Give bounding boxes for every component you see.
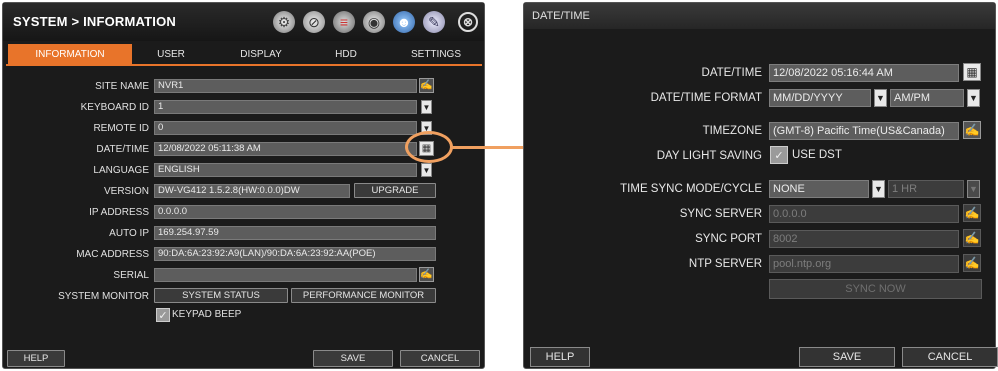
ip-address-field: 0.0.0.0 <box>154 205 436 219</box>
help-button[interactable]: HELP <box>530 347 590 367</box>
serial-field[interactable] <box>154 268 417 282</box>
mac-address-field: 90:DA:6A:23:92:A9(LAN)/90:DA:6A:23:92:AA… <box>154 247 436 261</box>
remote-id-label: REMOTE ID <box>93 123 149 134</box>
calendar-icon[interactable]: ▦ <box>963 63 981 81</box>
help-button[interactable]: HELP <box>7 350 65 367</box>
chevron-down-icon[interactable]: ▼ <box>421 100 432 114</box>
tab-hdd[interactable]: HDD <box>321 44 371 64</box>
site-name-label: SITE NAME <box>95 81 149 92</box>
window-title: SYSTEM > INFORMATION <box>13 14 177 29</box>
footer-bar: HELP SAVE CANCEL <box>3 348 484 370</box>
datetime-label: DATE/TIME <box>96 144 149 155</box>
user-icon[interactable]: ☻ <box>393 11 415 33</box>
edit-icon[interactable]: ✍ <box>963 121 981 139</box>
tab-information[interactable]: INFORMATION <box>8 44 132 64</box>
title-bar: SYSTEM > INFORMATION ⚙ ⊘ ≡ ◉ ☻ ✎ ⊗ <box>3 3 484 41</box>
close-icon[interactable]: ⊗ <box>458 12 478 32</box>
cancel-button[interactable]: CANCEL <box>902 347 998 367</box>
use-dst-label: USE DST <box>792 149 842 161</box>
sync-port-field: 8002 <box>769 230 959 248</box>
keyboard-id-label: KEYBOARD ID <box>80 102 149 113</box>
record-icon[interactable]: ◉ <box>363 11 385 33</box>
keyboard-id-select[interactable]: 1 <box>154 100 417 114</box>
tab-bar: INFORMATION USER DISPLAY HDD SETTINGS <box>6 44 482 66</box>
save-button[interactable]: SAVE <box>313 350 393 367</box>
sync-cycle-select: 1 HR <box>888 180 964 198</box>
datetime-format-label: DATE/TIME FORMAT <box>650 92 762 104</box>
ntp-server-field: pool.ntp.org <box>769 255 959 273</box>
daylight-saving-label: DAY LIGHT SAVING <box>656 150 762 162</box>
sync-port-label: SYNC PORT <box>695 233 762 245</box>
arrow-line <box>452 146 534 149</box>
tab-display[interactable]: DISPLAY <box>226 44 296 64</box>
tools-icon[interactable]: ✎ <box>423 11 445 33</box>
keypad-beep-checkbox[interactable]: ✓ <box>156 308 170 322</box>
upgrade-button[interactable]: UPGRADE <box>354 183 436 198</box>
sync-now-button: SYNC NOW <box>769 279 982 299</box>
auto-ip-label: AUTO IP <box>109 228 149 239</box>
mac-address-label: MAC ADDRESS <box>76 249 149 260</box>
datetime-window: DATE/TIME DATE/TIME 12/08/2022 05:16:44 … <box>523 2 998 369</box>
edit-icon: ✍ <box>963 229 981 247</box>
language-label: LANGUAGE <box>93 165 149 176</box>
database-icon[interactable]: ≡ <box>333 11 355 33</box>
datetime-field[interactable]: 12/08/2022 05:16:44 AM <box>769 64 959 82</box>
datetime-label: DATE/TIME <box>701 67 762 79</box>
language-select[interactable]: ENGLISH <box>154 163 417 177</box>
site-name-field[interactable]: NVR1 <box>154 79 417 93</box>
chevron-down-icon[interactable]: ▼ <box>872 180 885 198</box>
chevron-down-icon[interactable]: ▼ <box>967 89 980 107</box>
ntp-server-label: NTP SERVER <box>688 258 762 270</box>
edit-icon: ✍ <box>963 204 981 222</box>
use-dst-checkbox[interactable]: ✓ <box>770 146 788 164</box>
datetime-field[interactable]: 12/08/2022 05:11:38 AM <box>154 142 417 156</box>
version-label: VERSION <box>103 186 149 197</box>
remote-id-select[interactable]: 0 <box>154 121 417 135</box>
time-format-select[interactable]: AM/PM <box>890 89 964 107</box>
version-field: DW-VG412 1.5.2.8(HW:0.0.0)DW <box>154 184 350 198</box>
time-sync-mode-label: TIME SYNC MODE/CYCLE <box>620 183 762 195</box>
edit-icon[interactable]: ✍ <box>419 267 434 282</box>
keypad-beep-label: KEYPAD BEEP <box>172 309 242 320</box>
edit-icon: ✍ <box>963 254 981 272</box>
tab-user[interactable]: USER <box>141 44 201 64</box>
ip-address-label: IP ADDRESS <box>89 207 149 218</box>
chevron-down-icon[interactable]: ▼ <box>421 163 432 177</box>
sync-mode-select[interactable]: NONE <box>769 180 869 198</box>
sync-server-label: SYNC SERVER <box>679 208 762 220</box>
tab-settings[interactable]: SETTINGS <box>396 44 476 64</box>
date-format-select[interactable]: MM/DD/YYYY <box>769 89 871 107</box>
system-monitor-label: SYSTEM MONITOR <box>58 291 149 302</box>
system-status-button[interactable]: SYSTEM STATUS <box>154 288 288 303</box>
window-title: DATE/TIME <box>532 10 590 22</box>
save-button[interactable]: SAVE <box>799 347 895 367</box>
gear-icon[interactable]: ⚙ <box>273 11 295 33</box>
performance-monitor-button[interactable]: PERFORMANCE MONITOR <box>291 288 436 303</box>
edit-icon[interactable]: ✍ <box>419 78 434 93</box>
chevron-down-icon[interactable]: ▼ <box>874 89 887 107</box>
timezone-label: TIMEZONE <box>702 125 762 137</box>
highlight-circle <box>405 131 453 163</box>
cancel-button[interactable]: CANCEL <box>400 350 480 367</box>
timezone-field[interactable]: (GMT-8) Pacific Time(US&Canada) <box>769 122 959 140</box>
auto-ip-field: 169.254.97.59 <box>154 226 436 240</box>
network-icon[interactable]: ⊘ <box>303 11 325 33</box>
sync-server-field: 0.0.0.0 <box>769 205 959 223</box>
system-information-window: SYSTEM > INFORMATION ⚙ ⊘ ≡ ◉ ☻ ✎ ⊗ INFOR… <box>2 2 485 369</box>
serial-label: SERIAL <box>113 270 149 281</box>
chevron-down-icon: ▼ <box>967 180 980 198</box>
title-bar: DATE/TIME <box>524 3 995 29</box>
